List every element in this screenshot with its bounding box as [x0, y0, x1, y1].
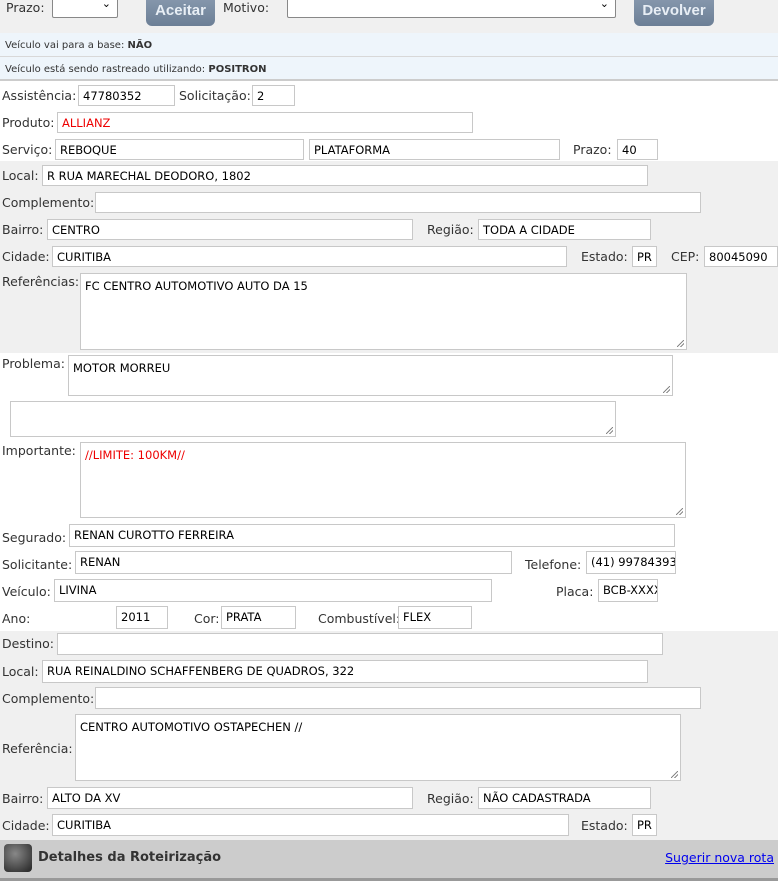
dest-local-label: Local: [2, 664, 39, 679]
combustivel-input[interactable]: FLEX [398, 606, 472, 629]
dest-local-input[interactable]: RUA REINALDINO SCHAFFENBERG DE QUADROS, … [42, 660, 648, 683]
telefone-label: Telefone: [525, 557, 582, 572]
info-value: NÃO [127, 40, 153, 51]
ano-input[interactable]: 2011 [116, 606, 168, 629]
solicitacao-label: Solicitação: [179, 88, 251, 103]
cep-label: CEP: [671, 249, 700, 264]
cor-input[interactable]: PRATA [221, 606, 296, 629]
dest-complemento-label: Complemento: [2, 691, 95, 706]
combustivel-label: Combustível: [318, 611, 401, 626]
segurado-label: Segurado: [2, 530, 67, 545]
dest-cidade-label: Cidade: [2, 818, 50, 833]
solicitante-input[interactable]: RENAN [75, 551, 512, 574]
motivo-label: Motivo: [223, 0, 270, 15]
cor-label: Cor: [194, 611, 220, 626]
problema-textarea[interactable]: MOTOR MORREU [68, 355, 673, 396]
referencias-label: Referências: [2, 274, 80, 289]
dest-estado-input[interactable]: PR [632, 814, 657, 836]
cep-input[interactable]: 80045090 [704, 246, 778, 267]
globe-icon [4, 844, 32, 872]
veiculo-input[interactable]: LIVINA [54, 579, 492, 602]
solicitacao-input[interactable]: 2 [252, 85, 295, 106]
bairro-input[interactable]: CENTRO [47, 219, 413, 240]
chevron-down-icon: ⌄ [599, 0, 609, 10]
veiculo-label: Veículo: [2, 584, 51, 599]
chevron-down-icon: ⌄ [101, 0, 111, 10]
motivo-select[interactable]: ⌄ [287, 0, 616, 18]
placa-input[interactable]: BCB-XXXX [598, 579, 658, 602]
cidade-input[interactable]: CURITIBA [52, 246, 567, 267]
info-text: Veículo está sendo rastreado utilizando: [5, 64, 209, 75]
aceitar-button[interactable]: Aceitar [146, 0, 215, 26]
servico-input[interactable]: REBOQUE [55, 139, 304, 160]
prazo-label: Prazo: [573, 142, 612, 157]
suggest-route-link[interactable]: Sugerir nova rota [665, 850, 774, 865]
ano-label: Ano: [2, 611, 31, 626]
dest-estado-label: Estado: [581, 818, 628, 833]
complemento-input[interactable] [95, 192, 701, 213]
dest-regiao-input[interactable]: NÃO CADASTRADA [478, 787, 651, 809]
referencias-textarea[interactable]: FC CENTRO AUTOMOTIVO AUTO DA 15 [80, 273, 687, 350]
servico-2-input[interactable]: PLATAFORMA [309, 139, 560, 160]
destino-label: Destino: [2, 636, 54, 651]
cidade-label: Cidade: [2, 249, 50, 264]
dest-complemento-input[interactable] [95, 687, 701, 709]
assistencia-input[interactable]: 47780352 [78, 85, 175, 106]
destino-input[interactable] [57, 633, 663, 655]
importante-label: Importante: [2, 443, 76, 458]
info-text: Veículo vai para a base: [5, 40, 128, 51]
produto-label: Produto: [2, 115, 55, 130]
problema-label: Problema: [2, 356, 65, 371]
regiao-input[interactable]: TODA A CIDADE [478, 219, 651, 240]
prazo-label: Prazo: [6, 0, 45, 15]
dest-cidade-input[interactable]: CURITIBA [52, 814, 569, 836]
info-base: Veículo vai para a base: NÃO [0, 33, 778, 57]
produto-input[interactable]: ALLIANZ [57, 112, 473, 133]
estado-label: Estado: [581, 249, 628, 264]
info-value: POSITRON [208, 64, 267, 75]
servico-label: Serviço: [2, 142, 53, 157]
segurado-input[interactable]: RENAN CUROTTO FERREIRA [69, 524, 675, 547]
solicitante-label: Solicitante: [2, 557, 73, 572]
local-input[interactable]: R RUA MARECHAL DEODORO, 1802 [42, 165, 648, 186]
local-label: Local: [2, 168, 39, 183]
dest-referencia-label: Referência: [2, 741, 73, 756]
assistencia-label: Assistência: [2, 88, 77, 103]
routing-header: Detalhes da Roteirização Sugerir nova ro… [0, 840, 778, 881]
importante-textarea[interactable]: //LIMITE: 100KM// [80, 442, 686, 518]
devolver-button[interactable]: Devolver [634, 0, 714, 26]
problema-2-textarea[interactable] [10, 401, 616, 437]
dest-bairro-input[interactable]: ALTO DA XV [47, 787, 413, 809]
placa-label: Placa: [556, 584, 594, 599]
bairro-label: Bairro: [2, 222, 44, 237]
telefone-input[interactable]: (41) 997843935 [586, 551, 676, 574]
estado-input[interactable]: PR [632, 246, 657, 267]
info-tracking: Veículo está sendo rastreado utilizando:… [0, 57, 778, 81]
prazo-input[interactable]: 40 [617, 139, 658, 160]
dest-bairro-label: Bairro: [2, 791, 44, 806]
regiao-label: Região: [427, 222, 474, 237]
complemento-label: Complemento: [2, 195, 95, 210]
routing-title: Detalhes da Roteirização [38, 850, 222, 865]
dest-regiao-label: Região: [427, 791, 474, 806]
prazo-select[interactable]: ⌄ [52, 0, 118, 18]
dest-referencia-textarea[interactable]: CENTRO AUTOMOTIVO OSTAPECHEN // [75, 714, 681, 781]
